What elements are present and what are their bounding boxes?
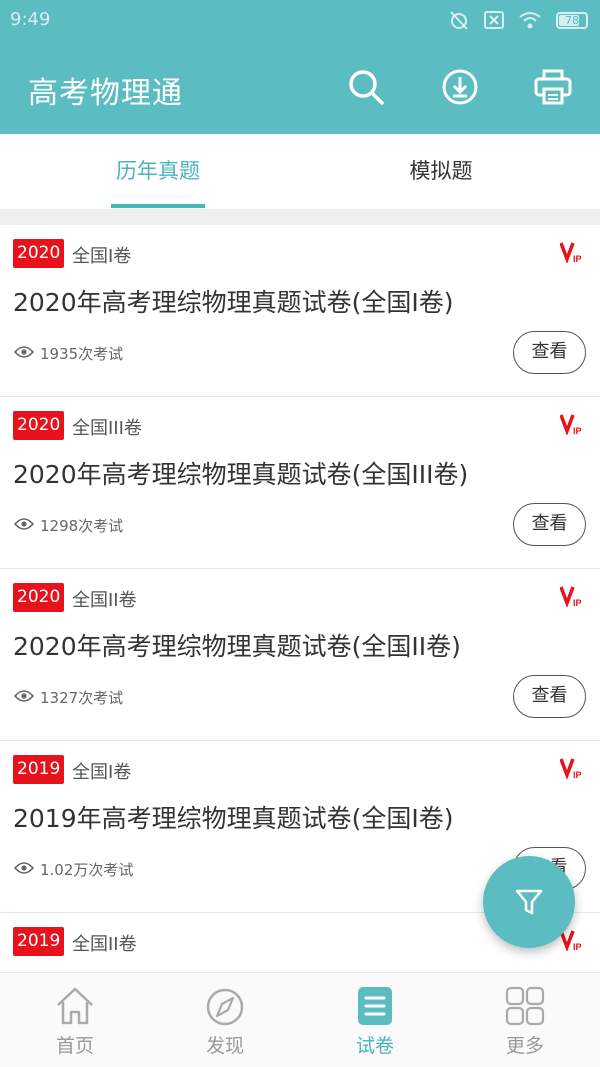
battery-level: 78 (565, 13, 579, 27)
nav-papers[interactable]: 试卷 (300, 973, 450, 1067)
region-label: 全国I卷 (72, 246, 132, 267)
app-title: 高考物理通 (28, 76, 183, 111)
year-badge: 2020 (13, 583, 65, 612)
vip-icon: IP (560, 242, 582, 263)
sim-off-icon (484, 11, 504, 29)
nav-home[interactable]: 首页 (0, 973, 150, 1067)
status-bar: 9:49 78 (0, 0, 600, 40)
wifi-icon (519, 12, 541, 29)
paper-icon (358, 987, 392, 1025)
grid-icon (505, 986, 545, 1026)
paper-title: 2019年高考理综物理真题试卷(全国I卷) (13, 804, 454, 833)
eye-icon (14, 346, 34, 358)
tab-indicator (111, 204, 205, 208)
status-icons: 78 (448, 9, 588, 31)
view-button[interactable]: 查看 (513, 675, 586, 718)
vip-icon: IP (560, 758, 582, 779)
vip-icon: IP (560, 586, 582, 607)
year-badge: 2019 (13, 927, 65, 956)
paper-title: 2020年高考理综物理真题试卷(全国I卷) (13, 288, 454, 317)
attempt-count: 1327次考试 (40, 689, 124, 707)
eye-icon (14, 518, 34, 530)
svg-text:IP: IP (573, 598, 582, 607)
svg-text:IP: IP (573, 426, 582, 435)
tab-past-exams[interactable]: 历年真题 (58, 134, 258, 209)
alarm-off-icon (450, 11, 468, 30)
status-time: 9:49 (10, 9, 51, 30)
filter-button[interactable] (483, 856, 575, 948)
nav-label: 首页 (55, 1035, 94, 1057)
region-label: 全国II卷 (72, 590, 137, 611)
eye-icon (14, 690, 34, 702)
nav-label: 试卷 (355, 1035, 394, 1057)
view-button[interactable]: 查看 (513, 331, 586, 374)
paper-title: 2020年高考理综物理真题试卷(全国II卷) (13, 632, 461, 661)
compass-icon (206, 988, 244, 1026)
year-badge: 2020 (13, 411, 65, 440)
attempt-count: 1.02万次考试 (40, 861, 134, 879)
tab-bar: 历年真题 模拟题 (0, 134, 600, 209)
list-item[interactable]: 2020 全国II卷 IP 2020年高考理综物理真题试卷(全国II卷) 132… (0, 569, 600, 741)
nav-label: 更多 (505, 1035, 544, 1057)
battery-icon: 78 (556, 11, 588, 29)
list-item[interactable]: 2020 全国I卷 IP 2020年高考理综物理真题试卷(全国I卷) 1935次… (0, 225, 600, 397)
app-bar: 高考物理通 (0, 40, 600, 134)
eye-icon (14, 862, 34, 874)
tab-mock-exams[interactable]: 模拟题 (341, 134, 541, 209)
year-badge: 2019 (13, 755, 65, 784)
home-icon (57, 987, 93, 1025)
attempt-count: 1298次考试 (40, 517, 124, 535)
view-button[interactable]: 查看 (513, 503, 586, 546)
filter-icon (515, 889, 543, 915)
svg-text:IP: IP (573, 254, 582, 263)
attempt-count: 1935次考试 (40, 345, 124, 363)
region-label: 全国II卷 (72, 934, 137, 955)
search-icon[interactable] (346, 67, 386, 107)
bottom-nav: 首页 发现 试卷 更多 (0, 972, 600, 1067)
paper-title: 2020年高考理综物理真题试卷(全国III卷) (13, 460, 469, 489)
year-badge: 2020 (13, 239, 65, 268)
nav-more[interactable]: 更多 (450, 973, 600, 1067)
region-label: 全国I卷 (72, 762, 132, 783)
nav-discover[interactable]: 发现 (150, 973, 300, 1067)
svg-text:IP: IP (573, 770, 582, 779)
list-item[interactable]: 2020 全国III卷 IP 2020年高考理综物理真题试卷(全国III卷) 1… (0, 397, 600, 569)
printer-icon[interactable] (533, 67, 573, 107)
svg-text:IP: IP (573, 942, 582, 951)
download-icon[interactable] (440, 67, 480, 107)
divider (0, 209, 600, 225)
nav-label: 发现 (205, 1035, 244, 1057)
vip-icon: IP (560, 414, 582, 435)
region-label: 全国III卷 (72, 418, 142, 439)
